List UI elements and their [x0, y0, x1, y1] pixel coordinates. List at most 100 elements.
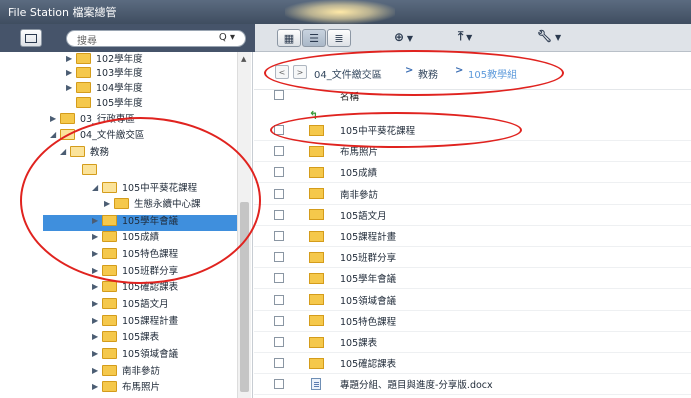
row-checkbox[interactable]	[274, 125, 284, 135]
list-view-button[interactable]: ☰	[302, 29, 326, 47]
tree-item[interactable]: ◢ 教務	[60, 144, 109, 158]
collapse-arrow-icon[interactable]: ▶	[104, 199, 114, 208]
tree-item-label: 教務	[90, 147, 110, 158]
tree-item[interactable]: ▶ 105課表	[92, 329, 159, 343]
name-column-header[interactable]: 名稱	[340, 89, 359, 103]
folder-icon	[76, 66, 91, 78]
folder-icon	[102, 280, 117, 292]
back-button[interactable]: <	[275, 65, 289, 79]
file-row[interactable]: 105學年會議	[254, 268, 691, 290]
file-row[interactable]: 105成績	[254, 162, 691, 184]
tree-item[interactable]: ▶ 生態永續中心課	[104, 196, 201, 210]
expand-arrow-icon[interactable]: ◢	[50, 130, 60, 139]
row-checkbox[interactable]	[274, 231, 284, 241]
tree-item[interactable]: ▶ 105學年會議	[92, 213, 178, 227]
tree-item[interactable]: ▶ 104學年度	[66, 80, 143, 94]
collapse-arrow-icon[interactable]: ▶	[92, 282, 102, 291]
folder-icon	[76, 52, 91, 64]
expand-arrow-icon[interactable]: ◢	[92, 183, 102, 192]
collapse-arrow-icon[interactable]: ▶	[66, 83, 76, 92]
file-row[interactable]: 105領域會議	[254, 290, 691, 311]
tree-item[interactable]: ▶ 105班群分享	[92, 263, 178, 277]
collapse-arrow-icon[interactable]: ▶	[92, 382, 102, 391]
row-checkbox[interactable]	[274, 294, 284, 305]
breadcrumb-item[interactable]: 04_文件繳交區	[314, 66, 382, 81]
collapse-arrow-icon[interactable]: ▶	[66, 54, 76, 63]
tree-item[interactable]: ▶ 103學年度	[66, 65, 143, 79]
breadcrumb-current: 105教學組	[468, 70, 518, 81]
search-input[interactable]: 搜尋 Q ▾	[66, 30, 246, 47]
chevron-down-icon: ▼	[552, 33, 562, 42]
scroll-up-icon[interactable]: ▲	[241, 55, 246, 63]
tree-item-label: 105確認課表	[122, 282, 179, 293]
detail-view-button[interactable]: ≣	[327, 29, 351, 47]
collapse-arrow-icon[interactable]: ▶	[92, 349, 102, 358]
file-row[interactable]: 南非參訪	[254, 184, 691, 205]
collapse-arrow-icon[interactable]: ▶	[66, 68, 76, 77]
tree-scrollbar[interactable]: ▲	[237, 52, 251, 398]
folder-icon	[102, 347, 117, 359]
upload-menu-button[interactable]: ⤒ ▼	[458, 29, 472, 44]
tree-item[interactable]: ▶ 南非參訪	[92, 363, 160, 377]
collapse-arrow-icon[interactable]: ▶	[92, 366, 102, 375]
collapse-arrow-icon[interactable]: ▶	[92, 216, 102, 225]
collapse-arrow-icon[interactable]: ▶	[92, 332, 102, 341]
tree-item[interactable]: ▶ 105確認課表	[92, 279, 178, 293]
tree-item[interactable]: ◢ 105中平葵花課程	[92, 180, 197, 194]
file-row[interactable]: 105課表	[254, 332, 691, 353]
tree-item[interactable]: ▶ 102學年度	[66, 52, 143, 65]
file-row[interactable]: 105班群分享	[254, 247, 691, 269]
collapse-arrow-icon[interactable]: ▶	[92, 249, 102, 258]
collapse-arrow-icon[interactable]: ▶	[92, 299, 102, 308]
file-row[interactable]: 105特色課程	[254, 311, 691, 332]
collapse-arrow-icon[interactable]: ▶	[50, 114, 60, 123]
search-icon[interactable]: Q ▾	[219, 32, 235, 43]
document-icon	[311, 378, 321, 391]
row-checkbox[interactable]	[274, 146, 284, 157]
expand-arrow-icon[interactable]: ◢	[60, 147, 70, 156]
collapse-arrow-icon[interactable]: ▶	[92, 316, 102, 325]
tree-item[interactable]: ▶ 105語文月	[92, 296, 169, 310]
row-checkbox[interactable]	[274, 337, 284, 347]
folder-icon	[309, 336, 324, 348]
tree-item[interactable]: ▶ 105課程計畫	[92, 313, 178, 327]
tree-item[interactable]: ▶ 105特色課程	[92, 246, 178, 260]
collapse-arrow-icon[interactable]: ▶	[92, 232, 102, 241]
forward-button[interactable]: >	[293, 65, 307, 79]
row-checkbox[interactable]	[274, 379, 284, 390]
expand-arrow-icon[interactable]: ◢	[72, 165, 82, 174]
breadcrumb-separator: >	[405, 65, 414, 76]
create-menu-button[interactable]: ⊕ ▼	[394, 30, 413, 44]
folder-icon	[102, 247, 117, 259]
file-row[interactable]: 布馬照片	[254, 141, 691, 163]
tree-item[interactable]: ◢ 04_文件繳交區	[50, 127, 144, 141]
tree-item[interactable]: 105學年度	[66, 95, 143, 109]
row-checkbox[interactable]	[274, 273, 284, 284]
breadcrumb-item[interactable]: 教務	[418, 66, 438, 81]
row-checkbox[interactable]	[274, 315, 284, 326]
tree-item[interactable]: ◢ 105教學組	[72, 162, 149, 176]
file-row[interactable]: 105中平葵花課程	[254, 120, 691, 141]
folder-icon	[102, 330, 117, 342]
folder-icon	[309, 294, 324, 306]
select-all-checkbox[interactable]	[274, 90, 284, 100]
row-checkbox[interactable]	[274, 358, 284, 369]
file-row[interactable]: 105確認課表	[254, 353, 691, 375]
collapse-arrow-icon[interactable]: ▶	[92, 266, 102, 275]
file-row[interactable]: 專題分組、題目與進度-分享版.docx	[254, 374, 691, 396]
row-checkbox[interactable]	[274, 167, 284, 178]
tree-item[interactable]: ▶ 布馬照片	[92, 379, 160, 393]
row-checkbox[interactable]	[274, 252, 284, 263]
thumbnail-view-button[interactable]: ▦	[277, 29, 301, 47]
tree-item[interactable]: ▶ 105成績	[92, 229, 159, 243]
row-checkbox[interactable]	[274, 188, 284, 199]
file-row[interactable]: 105語文月	[254, 205, 691, 226]
file-row[interactable]: 105課程計畫	[254, 226, 691, 247]
tools-menu-button[interactable]: 🔧︎ ▼	[537, 29, 561, 43]
folder-icon	[309, 188, 324, 200]
scrollbar-thumb[interactable]	[240, 202, 249, 392]
tree-item[interactable]: ▶ 03_行政專區	[50, 111, 135, 125]
tree-toggle-button[interactable]	[20, 29, 42, 47]
tree-item[interactable]: ▶ 105領域會議	[92, 346, 178, 360]
row-checkbox[interactable]	[274, 209, 284, 220]
